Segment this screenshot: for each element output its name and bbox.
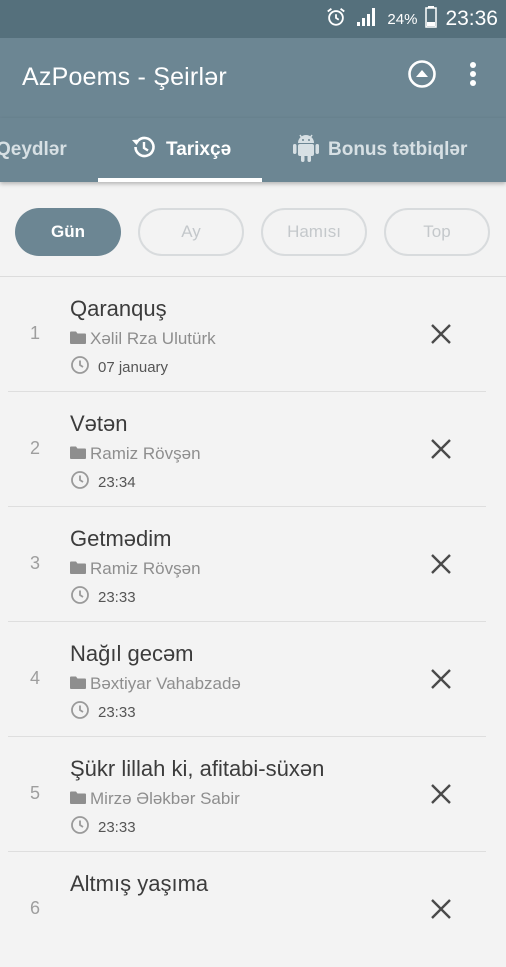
time-text: 23:33 — [98, 818, 136, 836]
period-filters: Gün Ay Hamısı Top — [0, 182, 506, 276]
poem-title: Şükr lillah ki, afitabi-süxən — [70, 756, 325, 781]
read-time: 23:34 — [70, 470, 136, 494]
poem-author: Bəxtiyar Vahabzadə — [70, 674, 241, 694]
poem-title: Qaranquş — [70, 296, 167, 321]
remove-item-button[interactable] — [424, 434, 458, 468]
folder-icon — [70, 444, 86, 464]
folder-icon — [70, 789, 86, 809]
time-text: 23:33 — [98, 703, 136, 721]
time-text: 23:34 — [98, 473, 136, 491]
clock-icon — [70, 585, 90, 609]
close-icon — [430, 553, 452, 580]
poem-title: Altmış yaşıma — [70, 871, 209, 896]
poem-title: Vətən — [70, 411, 128, 436]
tab-notes-label: Qeydlər — [0, 139, 67, 160]
poem-title: Getmədim — [70, 526, 172, 551]
poem-author: Ramiz Rövşən — [70, 559, 201, 579]
history-item[interactable]: 5 Şükr lillah ki, afitabi-süxən Mirzə Əl… — [0, 737, 506, 852]
poem-author: Ramiz Rövşən — [70, 444, 201, 464]
remove-item-button[interactable] — [424, 319, 458, 353]
item-index: 6 — [29, 898, 40, 918]
filter-month[interactable]: Ay — [138, 208, 244, 256]
scroll-up-button[interactable] — [404, 58, 440, 94]
clock-icon — [70, 470, 90, 494]
history-item[interactable]: 1 Qaranquş Xəlil Rza Ulutürk 07 january — [0, 277, 506, 392]
app-bar: AzPoems - Şeirlər — [0, 38, 506, 118]
remove-item-button[interactable] — [424, 549, 458, 583]
close-icon — [430, 668, 452, 695]
folder-icon — [70, 329, 86, 349]
poem-author: Mirzə Ələkbər Sabir — [70, 789, 240, 809]
history-icon — [130, 133, 158, 167]
time-text: 23:33 — [98, 588, 136, 606]
remove-item-button[interactable] — [424, 664, 458, 698]
battery-percent: 24% — [387, 10, 418, 28]
read-time: 07 january — [70, 355, 168, 379]
item-index: 5 — [29, 783, 40, 803]
clock: 23:36 — [445, 7, 498, 30]
author-name: Ramiz Rövşən — [90, 444, 201, 463]
filter-top[interactable]: Top — [384, 208, 490, 256]
item-index: 1 — [29, 323, 40, 343]
item-index: 2 — [29, 438, 40, 458]
close-icon — [430, 323, 452, 350]
clock-icon — [70, 355, 90, 379]
alarm-icon — [325, 6, 347, 33]
remove-item-button[interactable] — [424, 894, 458, 928]
poem-title: Nağıl gecəm — [70, 641, 194, 666]
folder-icon — [70, 674, 86, 694]
tab-bonus-apps[interactable]: Bonus tətbiqlər — [292, 118, 467, 182]
signal-icon — [355, 6, 379, 33]
status-bar: 24% 23:36 — [0, 0, 506, 38]
overflow-menu-button[interactable] — [455, 58, 491, 94]
arrow-up-circle-icon — [407, 59, 437, 94]
read-time: 23:33 — [70, 585, 136, 609]
author-name: Mirzə Ələkbər Sabir — [90, 789, 240, 808]
app-title: AzPoems - Şeirlər — [22, 63, 227, 91]
close-icon — [430, 898, 452, 925]
tab-history[interactable]: Tarixçə — [130, 118, 231, 182]
filter-all[interactable]: Hamısı — [261, 208, 367, 256]
author-name: Xəlil Rza Ulutürk — [90, 329, 216, 348]
author-name: Ramiz Rövşən — [90, 559, 201, 578]
battery-icon — [425, 5, 438, 33]
tab-bonus-apps-label: Bonus tətbiqlər — [328, 139, 468, 160]
tab-history-label: Tarixçə — [166, 139, 232, 160]
clock-icon — [70, 815, 90, 839]
clock-icon — [70, 700, 90, 724]
author-name: Bəxtiyar Vahabzadə — [90, 674, 241, 693]
more-vert-icon — [469, 60, 477, 93]
history-item[interactable]: 4 Nağıl gecəm Bəxtiyar Vahabzadə 23:33 — [0, 622, 506, 737]
time-text: 07 january — [98, 358, 169, 376]
read-time: 23:33 — [70, 700, 136, 724]
read-time: 23:33 — [70, 815, 136, 839]
tab-notes[interactable]: Qeydlər — [0, 118, 67, 182]
status-icons: 24% 23:36 — [325, 0, 498, 38]
close-icon — [430, 438, 452, 465]
item-index: 4 — [29, 668, 40, 688]
filter-day[interactable]: Gün — [15, 208, 121, 256]
remove-item-button[interactable] — [424, 779, 458, 813]
history-item[interactable]: 6 Altmış yaşıma — [0, 852, 506, 967]
poem-author: Xəlil Rza Ulutürk — [70, 329, 216, 349]
history-item[interactable]: 3 Getmədim Ramiz Rövşən 23:33 — [0, 507, 506, 622]
close-icon — [430, 783, 452, 810]
history-item[interactable]: 2 Vətən Ramiz Rövşən 23:34 — [0, 392, 506, 507]
android-icon — [292, 131, 320, 169]
folder-icon — [70, 559, 86, 579]
tab-bar: Qeydlər Tarixçə Bonus tətbiqlər — [0, 118, 506, 182]
item-index: 3 — [29, 553, 40, 573]
